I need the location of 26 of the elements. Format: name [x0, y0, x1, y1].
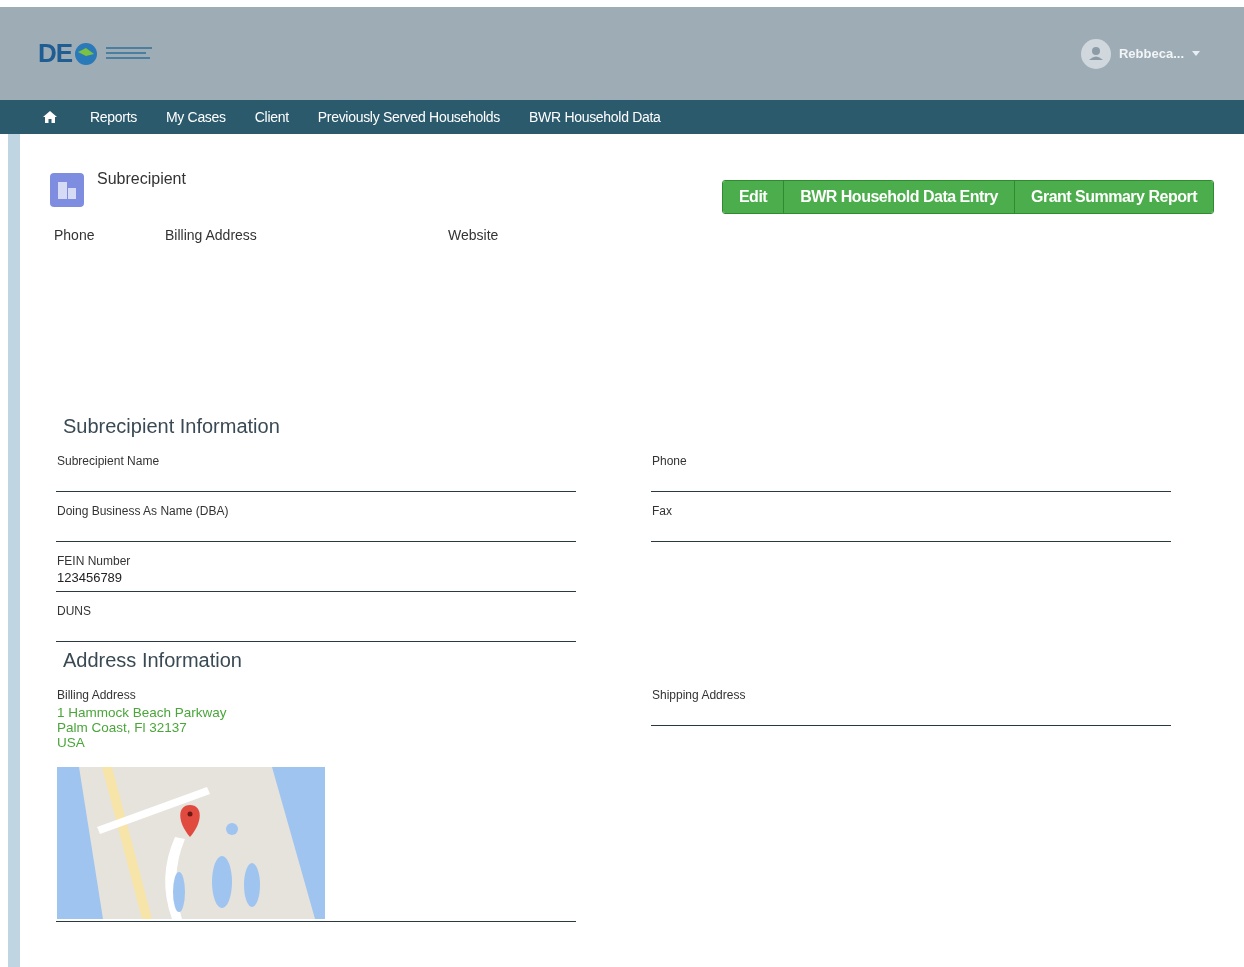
- field-label: FEIN Number: [57, 554, 132, 568]
- nav-link[interactable]: Client: [254, 109, 289, 125]
- nav-link[interactable]: Reports: [90, 109, 137, 125]
- field-value: 123456789: [57, 570, 124, 585]
- field-label: Phone: [652, 454, 688, 468]
- user-avatar-icon[interactable]: [1080, 38, 1111, 69]
- section-title: Subrecipient Information: [63, 415, 281, 438]
- nav-link[interactable]: My Cases: [165, 109, 226, 125]
- field-label: Phone: [54, 227, 96, 245]
- field-label: Billing Address: [57, 688, 137, 702]
- logo-text: DE: [38, 38, 73, 69]
- nav-link[interactable]: BWR Household Data: [529, 109, 661, 125]
- building-icon: [50, 173, 84, 207]
- field-label: Fax: [652, 504, 673, 518]
- field-label: Website: [448, 227, 500, 245]
- field-label: DUNS: [57, 604, 92, 618]
- field-label: Billing Address: [165, 227, 258, 245]
- nav-link[interactable]: Previously Served Households: [317, 109, 501, 125]
- logo-globe-icon: [74, 41, 99, 66]
- record-type: Subrecipient: [97, 170, 186, 188]
- section-title: Address Information: [63, 649, 243, 672]
- field-label: Subrecipient Name: [57, 454, 161, 468]
- field-label: Doing Business As Name (DBA): [57, 504, 230, 518]
- caret-icon[interactable]: [1192, 51, 1200, 56]
- field-label: Shipping Address: [652, 688, 747, 702]
- home-icon[interactable]: [43, 111, 57, 123]
